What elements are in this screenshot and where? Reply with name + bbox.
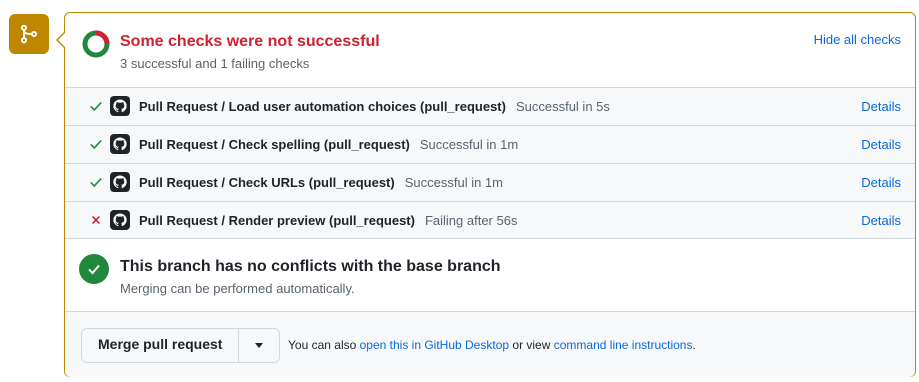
checks-header: Some checks were not successful 3 succes…	[65, 13, 915, 87]
footer-help-text: You can also open this in GitHub Desktop…	[288, 338, 696, 352]
merge-status-badge	[9, 14, 49, 54]
github-logo-icon	[110, 134, 130, 154]
check-details-link[interactable]: Details	[861, 213, 901, 228]
checks-title: Some checks were not successful	[120, 33, 380, 50]
merge-box: Some checks were not successful 3 succes…	[56, 12, 916, 377]
check-row: Pull Request / Check spelling (pull_requ…	[65, 125, 915, 163]
check-row: Pull Request / Check URLs (pull_request)…	[65, 163, 915, 201]
merge-pull-request-button[interactable]: Merge pull request	[82, 329, 240, 362]
check-status: Failing after 56s	[424, 213, 518, 228]
git-merge-icon	[20, 24, 38, 44]
check-name: Pull Request / Check spelling (pull_requ…	[139, 137, 410, 152]
open-github-desktop-link[interactable]: open this in GitHub Desktop	[360, 338, 509, 352]
check-name: Pull Request / Check URLs (pull_request)	[139, 175, 395, 190]
check-status: Successful in 1m	[419, 137, 519, 152]
footer-text-middle: or view	[512, 338, 551, 352]
hide-all-checks-link[interactable]: Hide all checks	[814, 32, 901, 47]
check-failure-icon	[91, 215, 101, 225]
checks-donut-icon	[82, 30, 110, 58]
github-logo-icon	[110, 172, 130, 192]
merge-options-dropdown[interactable]	[239, 329, 279, 362]
checks-subtitle: 3 successful and 1 failing checks	[120, 56, 310, 71]
check-row: Pull Request / Load user automation choi…	[65, 87, 915, 125]
check-success-icon	[90, 101, 102, 112]
merge-button-group: Merge pull request	[81, 328, 281, 363]
conflict-title: This branch has no conflicts with the ba…	[120, 258, 501, 275]
github-logo-icon	[110, 96, 130, 116]
checks-list: Pull Request / Load user automation choi…	[65, 87, 915, 239]
check-row: Pull Request / Render preview (pull_requ…	[65, 201, 915, 239]
footer-text-prefix: You can also	[288, 338, 357, 352]
check-details-link[interactable]: Details	[861, 99, 901, 114]
conflict-section: This branch has no conflicts with the ba…	[65, 238, 915, 311]
check-details-link[interactable]: Details	[861, 175, 901, 190]
check-status: Successful in 1m	[404, 175, 503, 190]
check-circle-icon	[79, 254, 109, 284]
merge-footer: Merge pull request You can also open thi…	[65, 311, 915, 377]
github-logo-icon	[110, 210, 130, 230]
check-name: Pull Request / Render preview (pull_requ…	[139, 213, 415, 228]
conflict-subtitle: Merging can be performed automatically.	[120, 281, 355, 296]
footer-text-suffix: .	[692, 338, 696, 352]
check-status: Successful in 5s	[515, 99, 610, 114]
command-line-instructions-link[interactable]: command line instructions	[554, 338, 693, 352]
check-success-icon	[90, 139, 102, 150]
check-name: Pull Request / Load user automation choi…	[139, 99, 506, 114]
check-details-link[interactable]: Details	[861, 137, 901, 152]
check-success-icon	[90, 177, 102, 188]
triangle-down-icon	[255, 343, 264, 348]
